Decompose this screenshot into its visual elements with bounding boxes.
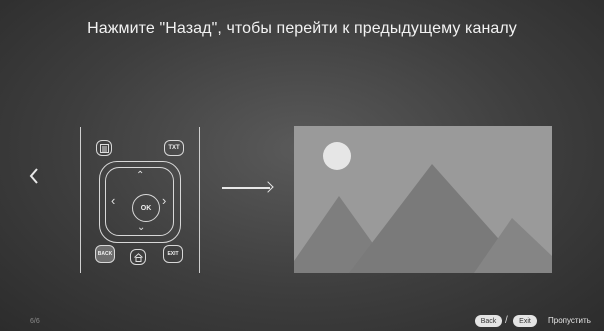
- ok-button: OK: [132, 194, 160, 222]
- channel-preview: [294, 126, 552, 273]
- home-button: [130, 249, 146, 265]
- dpad-inner-ring: ⌃ ⌄ ‹ › OK: [105, 167, 174, 236]
- menu-icon: [99, 143, 109, 153]
- previous-page-button[interactable]: [24, 163, 44, 189]
- left-arrow-icon: ‹: [111, 193, 116, 208]
- exit-button: EXIT: [163, 245, 183, 263]
- back-button: BACK: [95, 245, 115, 263]
- skip-button[interactable]: Пропустить: [548, 316, 591, 325]
- instruction-title: Нажмите "Назад", чтобы перейти к предыду…: [87, 20, 517, 37]
- menu-button: [96, 140, 112, 156]
- back-hint-button[interactable]: Back: [475, 315, 502, 327]
- remote-control-illustration: TXT ⌃ ⌄ ‹ › OK BACK EXIT: [80, 127, 200, 273]
- page-indicator: 6/6: [30, 318, 40, 325]
- exit-hint-button[interactable]: Exit: [513, 315, 537, 327]
- dpad-outer-ring: ⌃ ⌄ ‹ › OK: [99, 161, 181, 243]
- separator-slash: /: [505, 315, 508, 326]
- txt-button: TXT: [164, 140, 184, 156]
- image-placeholder-icon: [294, 126, 552, 273]
- chevron-left-icon: [29, 168, 38, 184]
- down-arrow-icon: ⌄: [137, 222, 146, 233]
- arrow-right-icon: [262, 181, 274, 193]
- up-arrow-icon: ⌃: [136, 170, 145, 181]
- footer-bar: 6/6 Back / Exit Пропустить: [0, 312, 604, 331]
- home-icon: [133, 252, 143, 262]
- right-arrow-icon: ›: [162, 193, 167, 208]
